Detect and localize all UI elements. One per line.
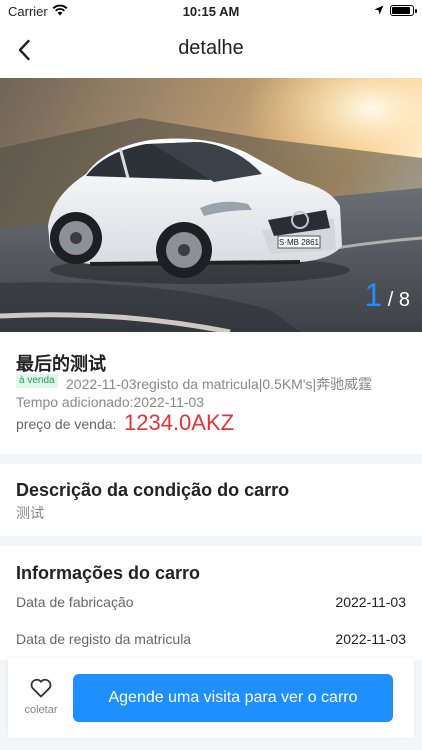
svg-text:S·MB 2861: S·MB 2861 bbox=[279, 238, 320, 247]
car-summary-card: 最后的测试 à venda 2022-11-03registo da matri… bbox=[0, 332, 422, 454]
condition-card: Descrição da condição do carro 测试 bbox=[0, 464, 422, 536]
bottom-action-bar: coletar Agende uma visita para ver o car… bbox=[8, 658, 414, 738]
page-title: detalhe bbox=[178, 37, 244, 59]
photo-counter-current: 1 bbox=[364, 277, 383, 313]
navigation-bar: detalhe bbox=[0, 22, 422, 78]
battery-icon bbox=[390, 5, 417, 16]
info-row-label: Data de registo da matricula bbox=[16, 631, 192, 647]
favorite-label: coletar bbox=[24, 704, 58, 716]
photo-counter-separator: / bbox=[387, 289, 394, 311]
date-added: Tempo adicionado:2022-11-03 bbox=[16, 394, 205, 410]
favorite-button[interactable]: coletar bbox=[20, 678, 62, 722]
heart-outline-icon bbox=[30, 678, 52, 698]
photo-counter-total: 8 bbox=[398, 289, 410, 311]
info-row-registration-date: Data de registo da matricula 2022-11-03 bbox=[16, 631, 406, 647]
info-heading: Informações do carro bbox=[16, 563, 201, 583]
clock: 10:15 AM bbox=[182, 4, 240, 19]
schedule-visit-button[interactable]: Agende uma visita para ver o carro bbox=[73, 674, 393, 722]
info-row-manufacture-date: Data de fabricação 2022-11-03 bbox=[16, 594, 406, 610]
car-photo-gallery[interactable]: S·MB 2861 1 / 8 bbox=[0, 78, 422, 332]
car-photo: S·MB 2861 bbox=[0, 78, 422, 332]
photo-counter: 1 / 8 bbox=[364, 277, 410, 314]
battery-level bbox=[392, 7, 410, 14]
status-badge: à venda bbox=[16, 374, 58, 388]
price-value: 1234.0AKZ bbox=[124, 410, 235, 435]
status-bar: Carrier 10:15 AM bbox=[0, 0, 422, 22]
info-row-value: 2022-11-03 bbox=[335, 594, 406, 610]
info-row-value: 2022-11-03 bbox=[335, 631, 406, 647]
car-name: 最后的测试 bbox=[16, 354, 106, 374]
condition-heading: Descrição da condição do carro bbox=[16, 480, 290, 500]
price-label: preço de venda: bbox=[16, 416, 117, 432]
condition-text: 测试 bbox=[16, 505, 44, 521]
location-arrow-icon bbox=[374, 5, 384, 15]
car-specs: 2022-11-03registo da matricula|0.5KM's|奔… bbox=[66, 376, 373, 392]
car-info-card: Informações do carro Data de fabricação … bbox=[0, 546, 422, 660]
info-row-label: Data de fabricação bbox=[16, 594, 134, 610]
